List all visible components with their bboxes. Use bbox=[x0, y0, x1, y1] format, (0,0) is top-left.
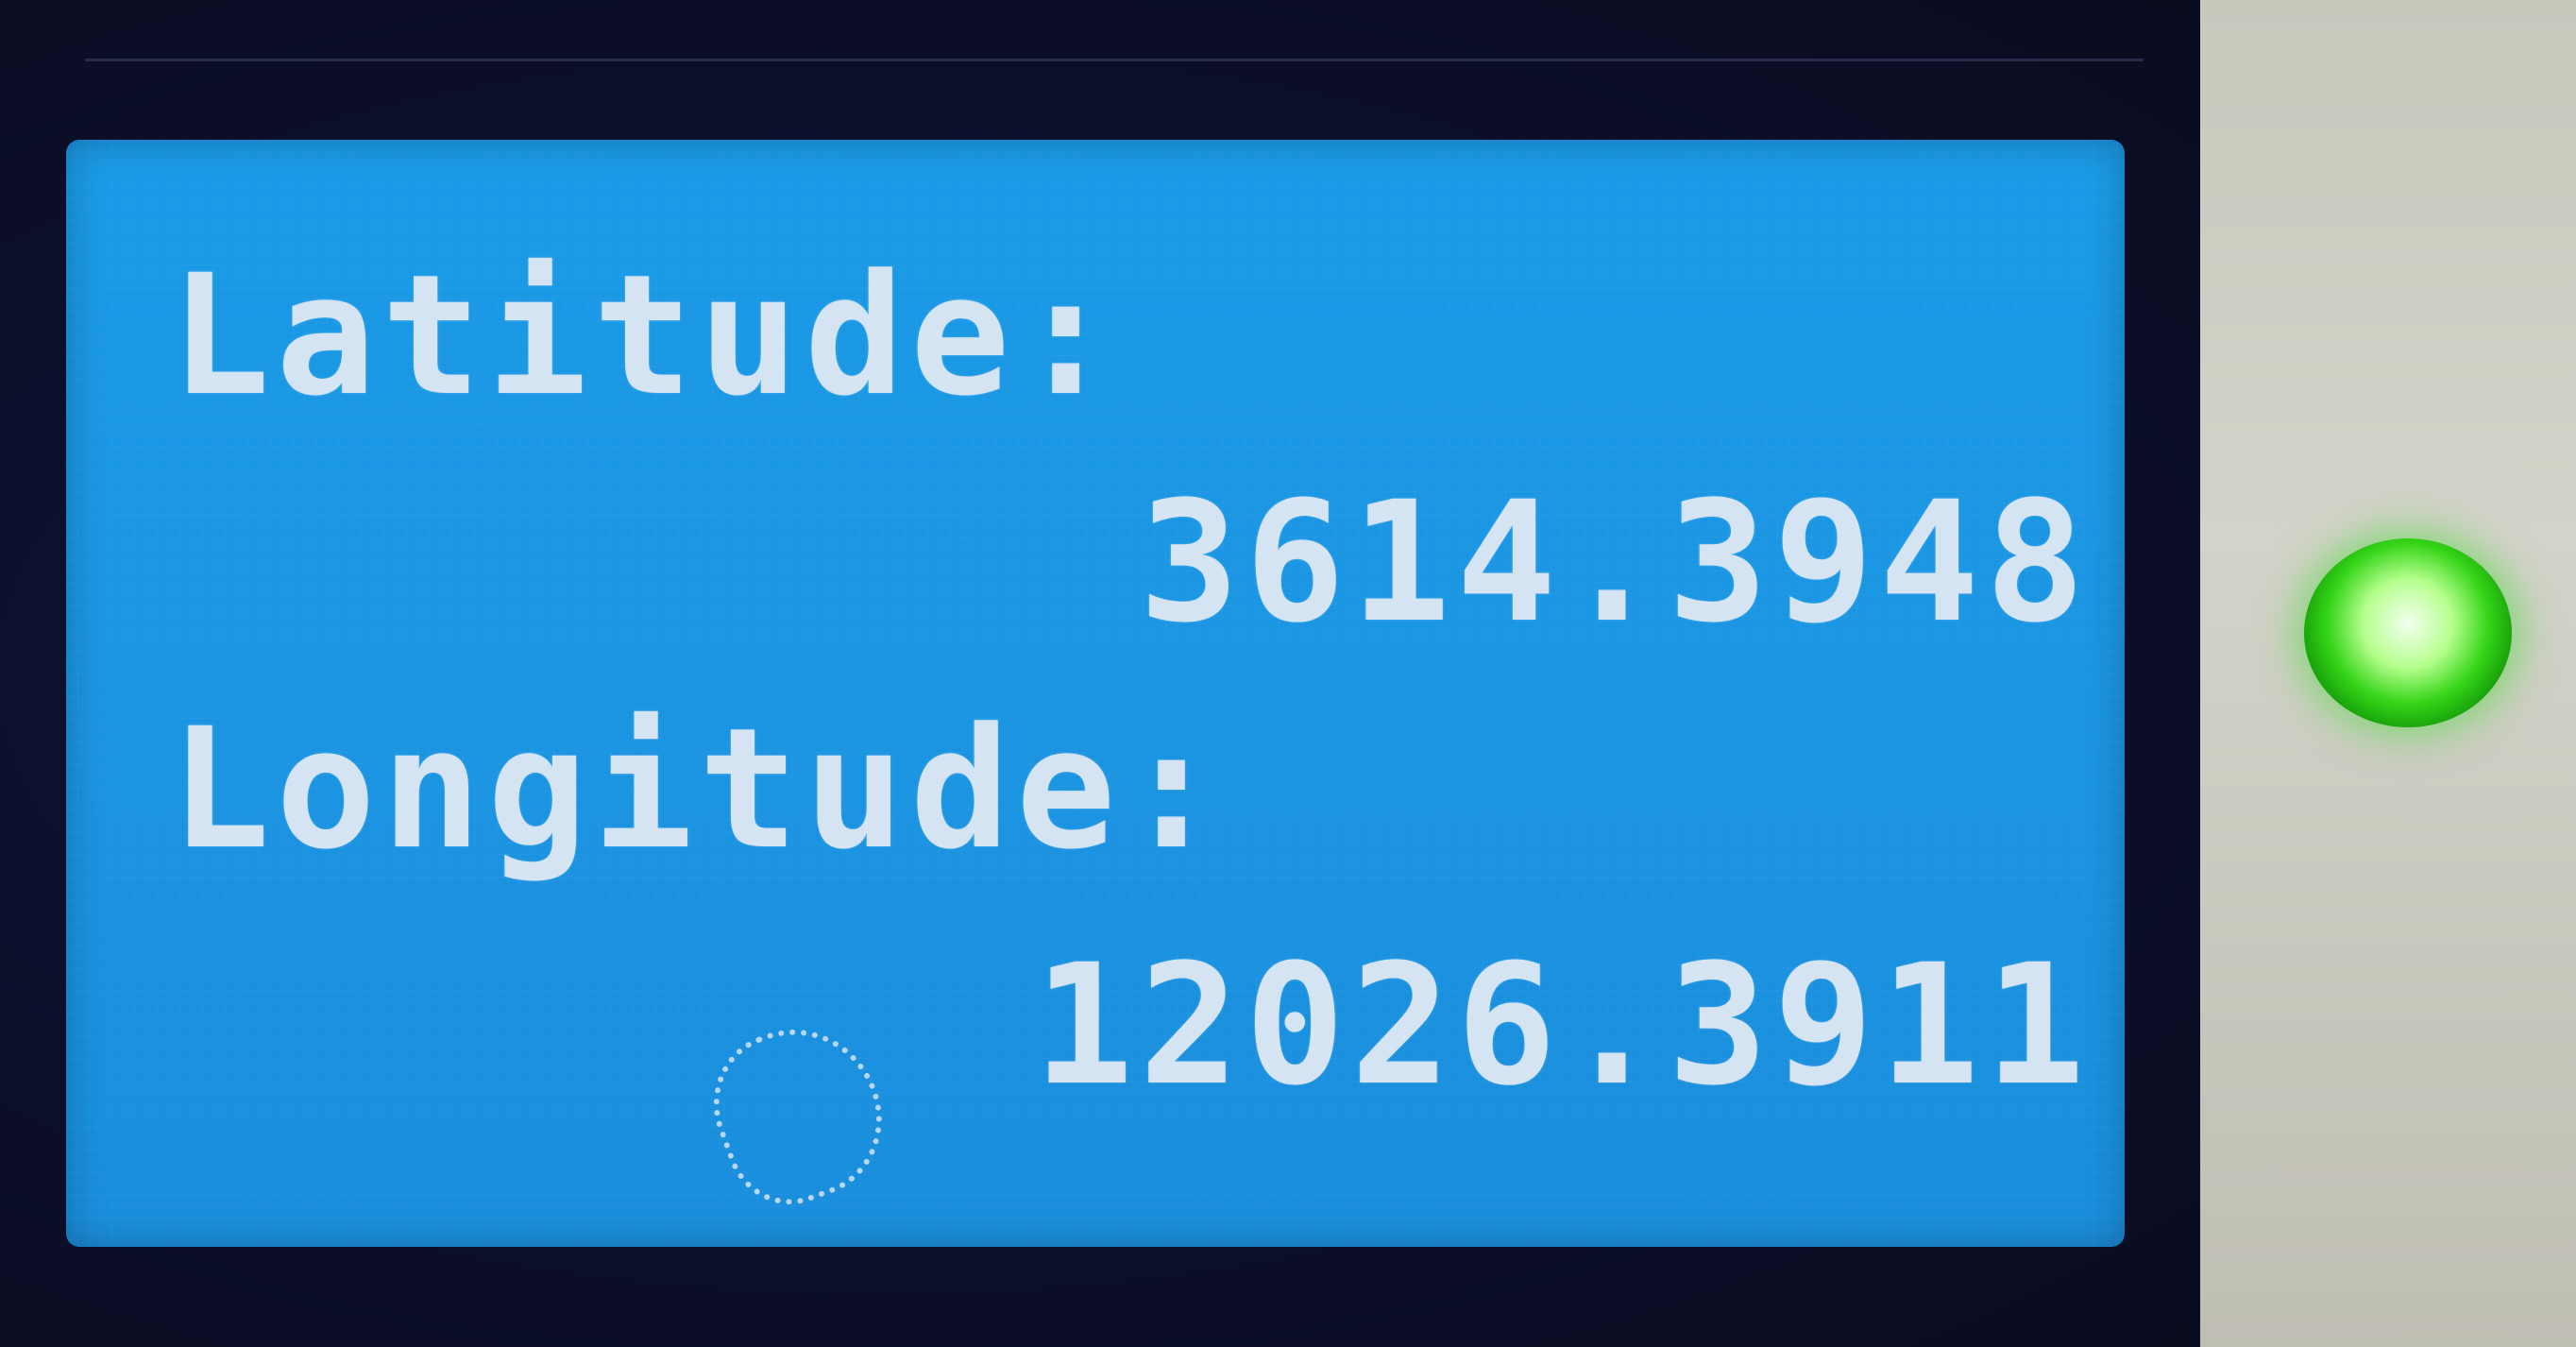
green-led-icon bbox=[2304, 538, 2512, 727]
lcd-screen: Latitude: 3614.3948 Longitude: 12026.391… bbox=[66, 140, 2125, 1247]
longitude-value: 12026.3911 bbox=[1033, 929, 2091, 1122]
latitude-value: 3614.3948 bbox=[1139, 466, 2091, 659]
latitude-label: Latitude: bbox=[170, 239, 1122, 433]
bezel-edge bbox=[85, 59, 2144, 61]
lcd-module-photo: Latitude: 3614.3948 Longitude: 12026.391… bbox=[0, 0, 2576, 1347]
longitude-label: Longitude: bbox=[170, 692, 1228, 886]
lcd-bezel: Latitude: 3614.3948 Longitude: 12026.391… bbox=[0, 0, 2206, 1347]
screen-smudge bbox=[693, 1005, 905, 1222]
